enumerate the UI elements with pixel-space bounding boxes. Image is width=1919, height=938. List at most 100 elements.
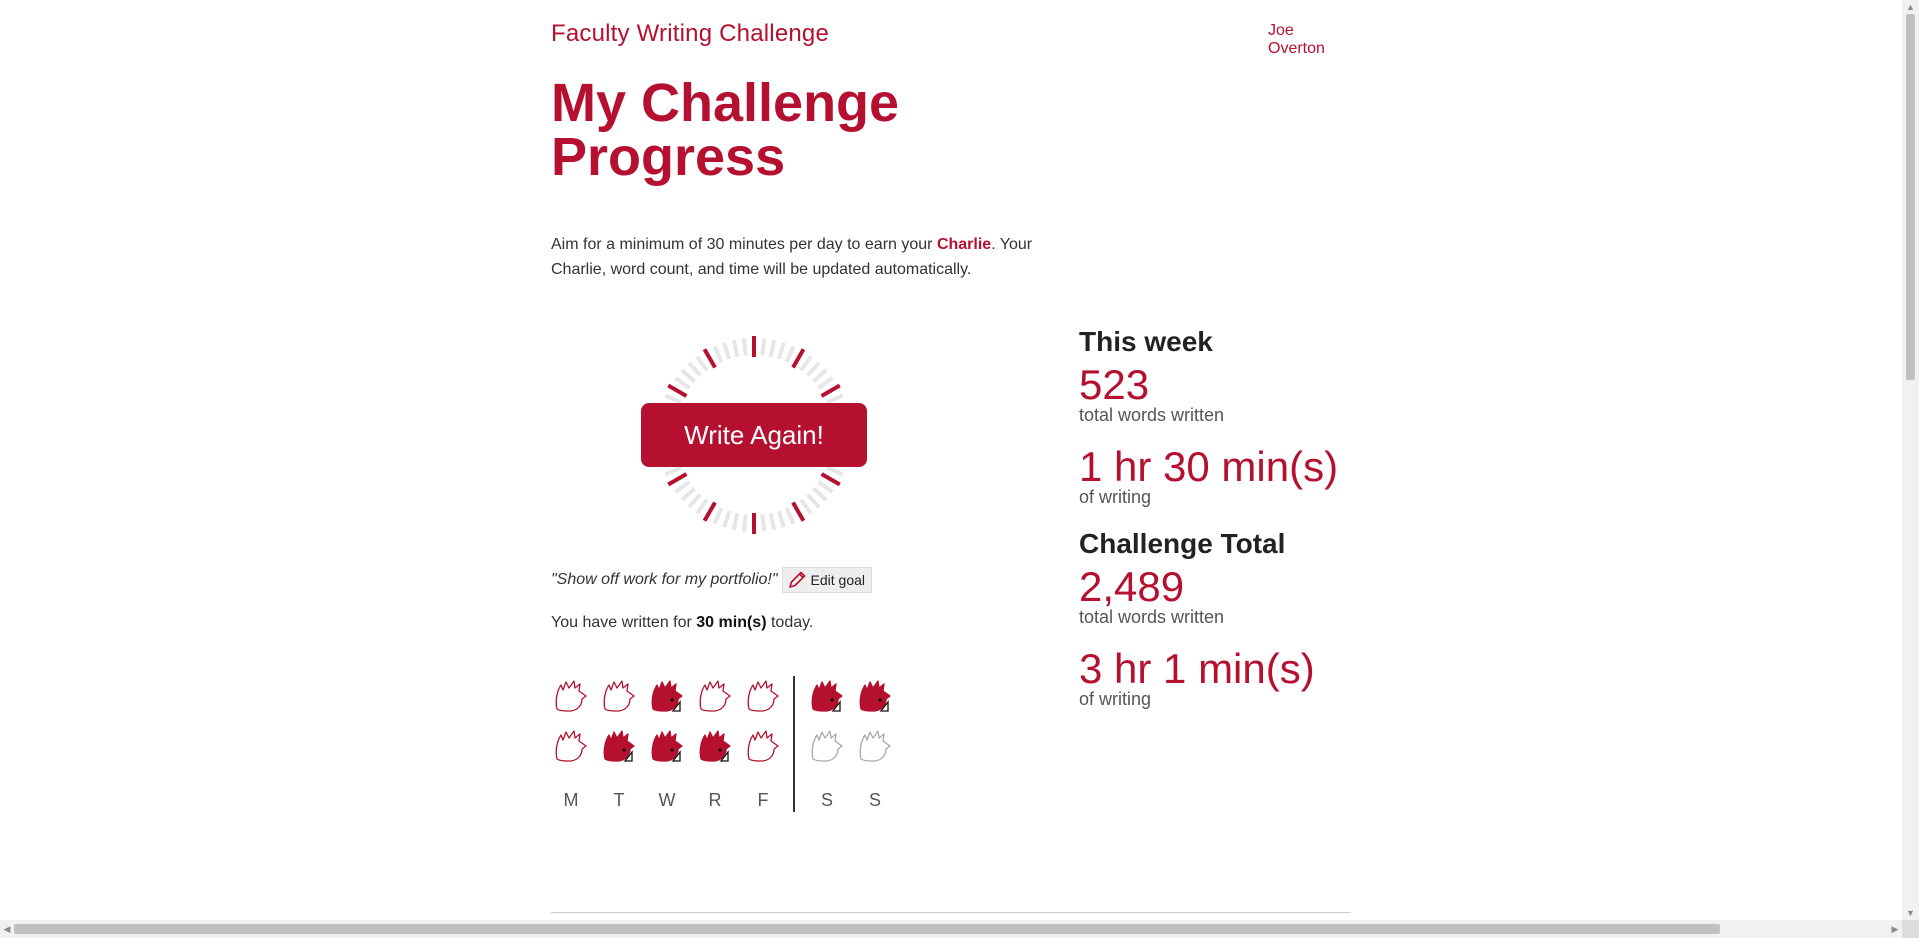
dial-tick-minor [760,338,767,356]
today-text-end: today. [766,614,814,631]
dial-tick-minor [826,393,844,405]
scroll-left-icon[interactable]: ◀ [0,920,14,938]
dial-tick-major [820,472,841,487]
dial-tick-minor [784,345,796,363]
dial-tick-minor [695,498,709,515]
dial-tick-minor [776,510,786,528]
today-summary: You have written for 30 min(s) today. [551,614,813,632]
day-label: R [708,790,722,810]
charlie-filled-icon [807,676,847,716]
dial-tick-major [820,383,841,398]
dial-tick-minor [722,510,732,528]
charlie-filled-icon [647,676,687,716]
dial-tick-major [791,501,806,522]
dial-tick-minor [674,376,691,390]
dial-tick-minor [812,368,828,383]
vertical-scrollbar[interactable]: ▲ ▼ [1902,0,1919,920]
site-title[interactable]: Faculty Writing Challenge [551,20,829,48]
write-again-button[interactable]: Write Again! [641,403,867,467]
dial-tick-minor [664,465,682,477]
day-label: W [658,790,676,810]
dial-tick-minor [812,487,828,502]
dial-tick-minor [695,355,709,372]
dial-tick-minor [760,514,767,532]
dial-tick-minor [722,342,732,360]
dial-tick-minor [768,512,777,531]
total-heading: Challenge Total [1079,528,1286,559]
dial-tick-major [791,348,806,369]
week-charlie-grid: MTWRFSS [551,676,911,816]
horizontal-scroll-thumb[interactable] [14,924,1720,934]
week-heading: This week [1079,326,1213,357]
dial-tick-minor [741,514,748,532]
day-label: S [820,790,833,810]
charlie-filled-icon [855,676,895,716]
total-words-label: total words written [1079,607,1225,627]
edit-goal-button[interactable]: Edit goal [781,567,873,593]
intro-text-start: Aim for a minimum of 30 minutes per day … [551,236,937,253]
day-label: T [613,790,625,810]
day-label: M [563,790,579,810]
scroll-down-icon[interactable]: ▼ [1902,906,1919,920]
day-label: S [868,790,881,810]
week-words-label: total words written [1079,405,1225,425]
dial-tick-minor [806,361,821,377]
charlie-outline-icon [551,726,591,766]
dial-tick-minor [826,465,844,477]
charlie-filled-icon [647,726,687,766]
pencil-icon [788,571,805,588]
progress-dial: Write Again! [607,326,867,544]
dial-tick-minor [712,345,724,363]
today-time: 30 min(s) [696,614,767,631]
weekend-divider [793,676,795,812]
dial-tick-major [667,472,688,487]
dial-tick-major [667,383,688,398]
charlie-outline-icon [551,676,591,716]
total-time-label: of writing [1079,689,1152,709]
page-title: My Challenge Progress [551,73,900,187]
charlie-filled-icon [599,726,639,766]
dial-tick-major [702,348,717,369]
charlie-highlight: Charlie [936,236,992,253]
dial-tick-minor [799,355,813,372]
day-label: F [757,790,769,810]
dial-tick-minor [776,342,786,360]
scrollbar-corner [1902,920,1919,938]
charlie-outline-icon [695,676,735,716]
dial-tick-minor [712,507,724,525]
dial-tick-major [702,501,717,522]
dial-tick-minor [674,480,691,494]
goal-quote: "Show off work for my portfolio!" [551,571,778,588]
user-name-link[interactable]: Joe Overton [1268,22,1351,58]
dial-tick-minor [664,393,682,405]
dial-tick-minor [687,361,702,377]
dial-tick-minor [768,339,777,358]
total-time-value: 3 hr 1 min(s) [1079,645,1315,692]
dial-tick-minor [817,480,834,494]
edit-goal-label: Edit goal [810,572,866,588]
charlie-empty-icon [807,726,847,766]
charlie-outline-icon [599,676,639,716]
dial-tick-minor [817,376,834,390]
dial-tick-minor [680,368,696,383]
intro-text: Aim for a minimum of 30 minutes per day … [551,232,1051,282]
horizontal-scrollbar[interactable]: ◀ ▶ [0,920,1902,938]
vertical-scroll-thumb[interactable] [1906,14,1915,380]
dial-tick-minor [784,507,796,525]
week-time-label: of writing [1079,487,1152,507]
week-time-value: 1 hr 30 min(s) [1079,443,1339,490]
week-words-value: 523 [1079,361,1150,408]
total-words-value: 2,489 [1079,563,1185,610]
dial-tick-minor [687,493,702,509]
dial-tick-minor [731,512,740,531]
charlie-outline-icon [743,726,783,766]
charlie-outline-icon [743,676,783,716]
scroll-up-icon[interactable]: ▲ [1902,0,1919,14]
scroll-right-icon[interactable]: ▶ [1888,920,1902,938]
charlie-filled-icon [695,726,735,766]
dial-tick-minor [731,339,740,358]
dial-tick-minor [680,487,696,502]
dial-tick-minor [741,338,748,356]
writing-goal: "Show off work for my portfolio!" Edit g… [551,567,873,593]
today-text-start: You have written for [551,614,697,631]
